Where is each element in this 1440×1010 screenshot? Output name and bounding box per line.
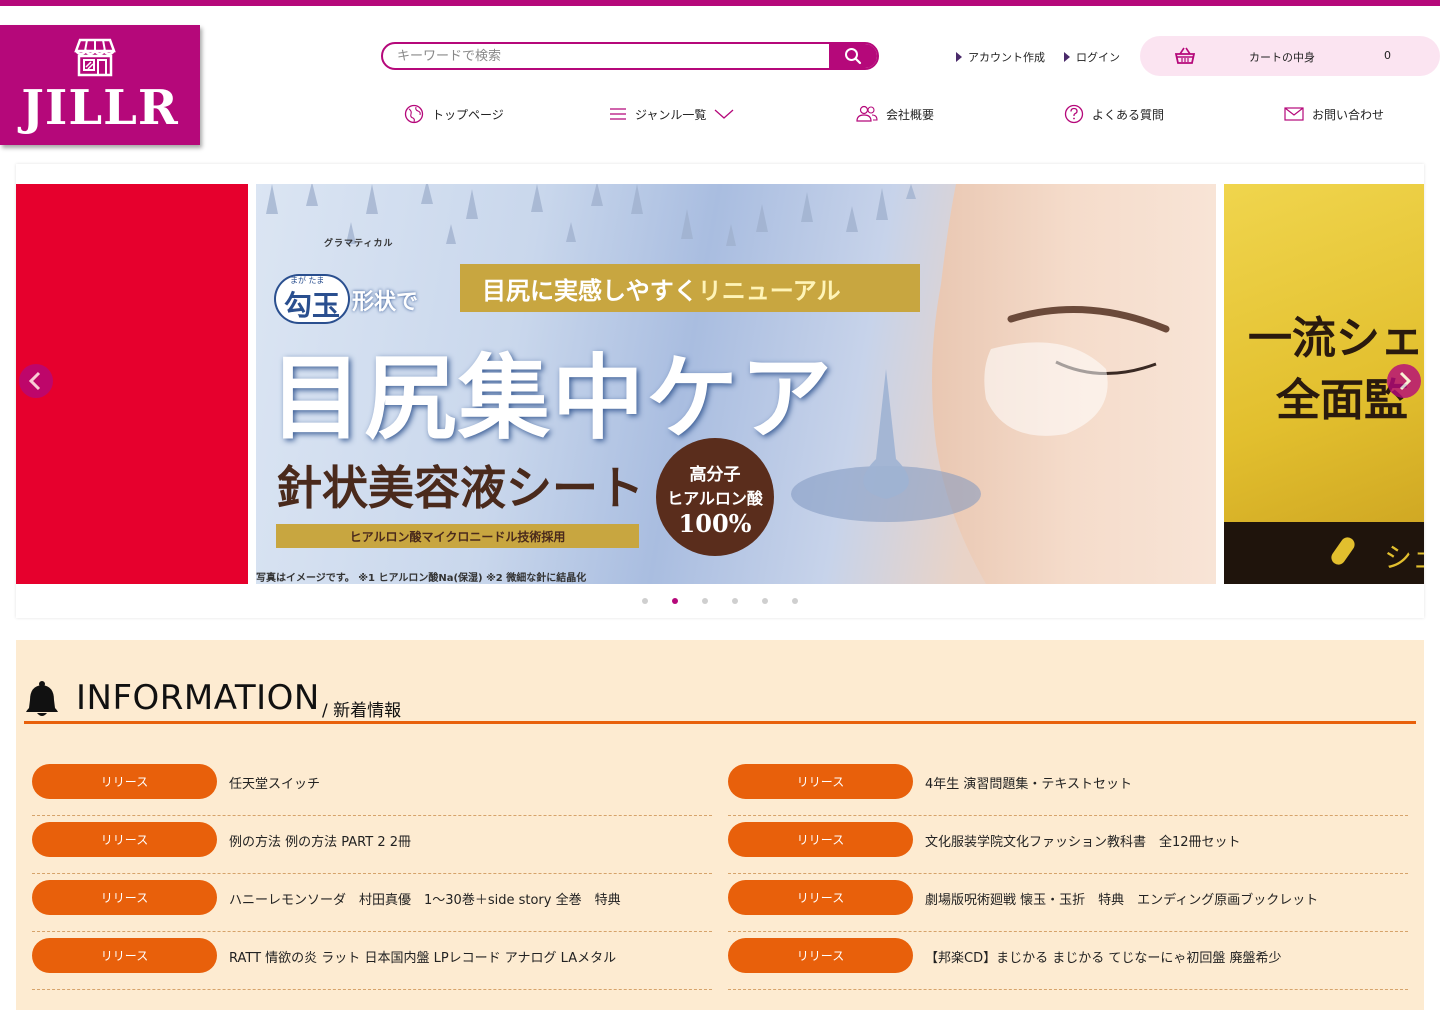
carousel-dot[interactable] [642,598,648,604]
triangle-right-icon [1064,52,1070,62]
banner-footnote: 写真はイメージです。 ※1 ヒアルロン酸Na(保湿) ※2 微細な針に結晶化 [256,573,587,584]
login-label: ログイン [1076,51,1120,64]
bell-icon [26,681,58,716]
carousel-prev-button[interactable] [19,364,53,398]
banner-product: 針状美容液シート [276,461,644,515]
news-item-title[interactable]: 4年生 演習問題集・テキストセット [925,773,1132,792]
nav-label-top: トップページ [432,107,504,122]
news-item[interactable]: リリース 【邦楽CD】まじかる まじかる てじなーにゃ初回盤 廃盤希少 [728,932,1408,990]
news-item[interactable]: リリース 例の方法 例の方法 PART 2 2冊 [32,816,712,874]
cart-label: カートの中身 [1249,51,1315,64]
banner-headline: 目尻集中ケア [270,344,835,452]
carousel-next-button[interactable] [1387,364,1421,398]
information-title: INFORMATION [76,678,320,718]
release-badge: リリース [32,880,217,915]
news-item-title[interactable]: ハニーレモンソーダ 村田真優 1〜30巻＋side story 全巻 特典 [229,889,621,908]
news-item[interactable]: リリース ハニーレモンソーダ 村田真優 1〜30巻＋side story 全巻 特… [32,874,712,932]
nav-item-genres[interactable]: ジャンル一覧 [609,104,734,124]
banner-circle-line2: ヒアルロン酸 [667,489,763,508]
cart-count: 0 [1384,49,1391,62]
release-badge: リリース [728,822,913,857]
banner-circle-line3: 100% [678,509,752,538]
information-header: INFORMATION / 新着情報 [24,678,1416,724]
login-link[interactable]: ログイン [1064,49,1120,65]
carousel-dot[interactable] [672,598,678,604]
chevron-right-icon [1399,371,1412,391]
banner-badge-circle: 高分子 ヒアルロン酸 100% [656,438,774,556]
release-badge: リリース [728,938,913,973]
mic-icon [1328,534,1358,568]
search-button[interactable] [829,44,877,68]
nav-item-top[interactable]: トップページ [404,104,504,124]
triangle-right-icon [956,52,962,62]
cart-button[interactable]: カートの中身 0 [1140,36,1440,76]
site-logo[interactable]: JILLR [0,25,200,145]
carousel-dot[interactable] [762,598,768,604]
slide-next-bottom-band: シェ [1224,522,1424,584]
mail-icon [1284,107,1304,121]
banner-tagline-box: 目尻に実感しやすく リニューアル [460,264,920,312]
release-badge: リリース [32,822,217,857]
news-item[interactable]: リリース RATT 情欲の炎 ラット 日本国内盤 LPレコード アナログ LAメタ… [32,932,712,990]
banner-brand-small: グラマティカル [324,239,394,249]
news-item[interactable]: リリース 4年生 演習問題集・テキストセット [728,758,1408,816]
news-item[interactable]: リリース 劇場版呪術廻戦 懐玉・玉折 特典 エンディング原画ブックレット [728,874,1408,932]
banner-shape-text: 形状で [352,290,419,315]
news-item[interactable]: リリース 任天堂スイッチ [32,758,712,816]
news-item-title[interactable]: RATT 情欲の炎 ラット 日本国内盤 LPレコード アナログ LAメタル [229,947,616,966]
nav-item-faq[interactable]: よくある質問 [1064,104,1164,124]
information-subtitle: / 新着情報 [322,701,402,721]
slide-next-line3: シェ [1384,541,1424,574]
banner-tagline-accent: リニューアル [697,276,841,305]
banner-tech: ヒアルロン酸マイクロニードル技術採用 [349,529,566,544]
question-icon [1064,104,1084,124]
slide-current[interactable]: グラマティカル まが たま 勾玉 形状で 目尻に実感しやすく リニューアル 目尻… [256,184,1216,584]
banner-carousel: グラマティカル まが たま 勾玉 形状で 目尻に実感しやすく リニューアル 目尻… [16,164,1424,618]
release-badge: リリース [32,764,217,799]
basket-icon [1175,47,1195,64]
search-bar [381,42,879,70]
nav-label-genres: ジャンル一覧 [635,107,707,122]
news-item-title[interactable]: 文化服装学院文化ファッション教科書 全12冊セット [925,831,1241,850]
carousel-dot[interactable] [792,598,798,604]
logo-text: JILLR [21,80,179,136]
news-item-title[interactable]: 【邦楽CD】まじかる まじかる てじなーにゃ初回盤 廃盤希少 [925,947,1282,966]
search-icon [845,48,862,65]
globe-icon [404,104,424,124]
release-badge: リリース [728,764,913,799]
release-badge: リリース [728,880,913,915]
nav-label-company: 会社概要 [886,107,935,122]
create-account-label: アカウント作成 [968,51,1045,64]
nav-label-contact: お問い合わせ [1312,107,1385,122]
chevron-left-icon [28,371,41,391]
create-account-link[interactable]: アカウント作成 [956,49,1045,65]
top-accent-bar [0,0,1440,6]
news-item-title[interactable]: 劇場版呪術廻戦 懐玉・玉折 特典 エンディング原画ブックレット [925,889,1318,908]
banner-magatama-text: 勾玉 [284,289,341,322]
banner-magatama: まが たま 勾玉 [276,276,348,322]
release-badge: リリース [32,938,217,973]
nav-label-faq: よくある質問 [1092,107,1165,122]
carousel-dot[interactable] [732,598,738,604]
shop-icon [74,38,116,77]
banner-tech-box: ヒアルロン酸マイクロニードル技術採用 [276,524,639,548]
banner-tagline: 目尻に実感しやすく [482,276,698,305]
chevron-down-icon [714,109,734,119]
news-item-title[interactable]: 例の方法 例の方法 PART 2 2冊 [229,831,411,850]
users-icon [856,105,878,122]
search-input[interactable] [383,44,831,68]
menu-icon [610,108,626,120]
nav-item-company[interactable]: 会社概要 [856,104,934,124]
slide-next-line1: 一流シェ [1248,313,1424,364]
news-item[interactable]: リリース 文化服装学院文化ファッション教科書 全12冊セット [728,816,1408,874]
nav-item-contact[interactable]: お問い合わせ [1284,104,1384,124]
carousel-dot[interactable] [702,598,708,604]
news-item-title[interactable]: 任天堂スイッチ [229,773,320,792]
information-section: INFORMATION / 新着情報 リリース 任天堂スイッチ リリース 4年生 演習… [16,640,1424,1010]
carousel-dots [16,598,1424,604]
banner-circle-line1: 高分子 [689,465,741,485]
